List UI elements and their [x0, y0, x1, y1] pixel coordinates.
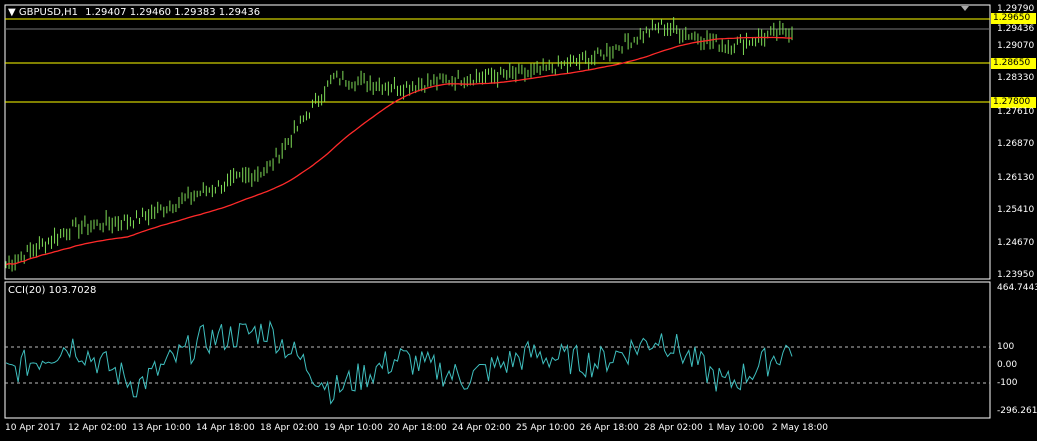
time-label: 14 Apr 18:00: [196, 423, 255, 433]
time-label: 28 Apr 02:00: [644, 423, 703, 433]
symbol-title: GBPUSD,H1: [18, 7, 78, 18]
chart-shift-icon[interactable]: [961, 6, 969, 11]
price-label: 1.25410: [997, 205, 1035, 215]
time-label: 24 Apr 02:00: [452, 423, 511, 433]
moving-average-line: [5, 36, 793, 266]
cci-label: 464.7443: [997, 283, 1037, 293]
ohlc-values: 1.29407 1.29460 1.29383 1.29436: [85, 7, 261, 18]
time-label: 10 Apr 2017: [5, 423, 61, 433]
price-label: 1.28330: [997, 73, 1035, 83]
time-label: 13 Apr 10:00: [132, 423, 191, 433]
time-label: 26 Apr 18:00: [580, 423, 639, 433]
price-label: 1.26870: [997, 139, 1035, 149]
cci-label: 0.00: [997, 360, 1018, 370]
cci-label: 100: [997, 342, 1015, 352]
cci-label: -296.2614: [997, 406, 1037, 416]
cci-header: CCI(20) 103.7028: [8, 285, 97, 296]
time-label: 25 Apr 10:00: [516, 423, 575, 433]
symbol-header: ▼ GBPUSD,H1 1.29407 1.29460 1.29383 1.29…: [8, 7, 260, 18]
cci-pane-frame: [4, 281, 991, 419]
price-label: 1.29436: [997, 24, 1035, 34]
price-tag-2: 1.28650: [991, 58, 1036, 69]
price-tag-1: 1.29650: [991, 13, 1036, 24]
time-label: 12 Apr 02:00: [68, 423, 127, 433]
candle-bars: [5, 17, 793, 272]
cci-line: [5, 320, 793, 405]
triangle-down-icon[interactable]: ▼: [8, 7, 16, 18]
price-pane-frame: [4, 4, 991, 280]
time-label: 20 Apr 18:00: [388, 423, 447, 433]
price-label: 1.27610: [997, 107, 1035, 117]
price-label: 1.26130: [997, 173, 1035, 183]
time-label: 1 May 10:00: [708, 423, 764, 433]
time-label: 2 May 18:00: [772, 423, 828, 433]
price-label: 1.29070: [997, 41, 1035, 51]
price-chart[interactable]: [0, 0, 1037, 441]
price-label: 1.24670: [997, 238, 1035, 248]
cci-label: -100: [997, 378, 1018, 388]
time-label: 18 Apr 02:00: [260, 423, 319, 433]
price-label: 1.23950: [997, 270, 1035, 280]
time-label: 19 Apr 10:00: [324, 423, 383, 433]
